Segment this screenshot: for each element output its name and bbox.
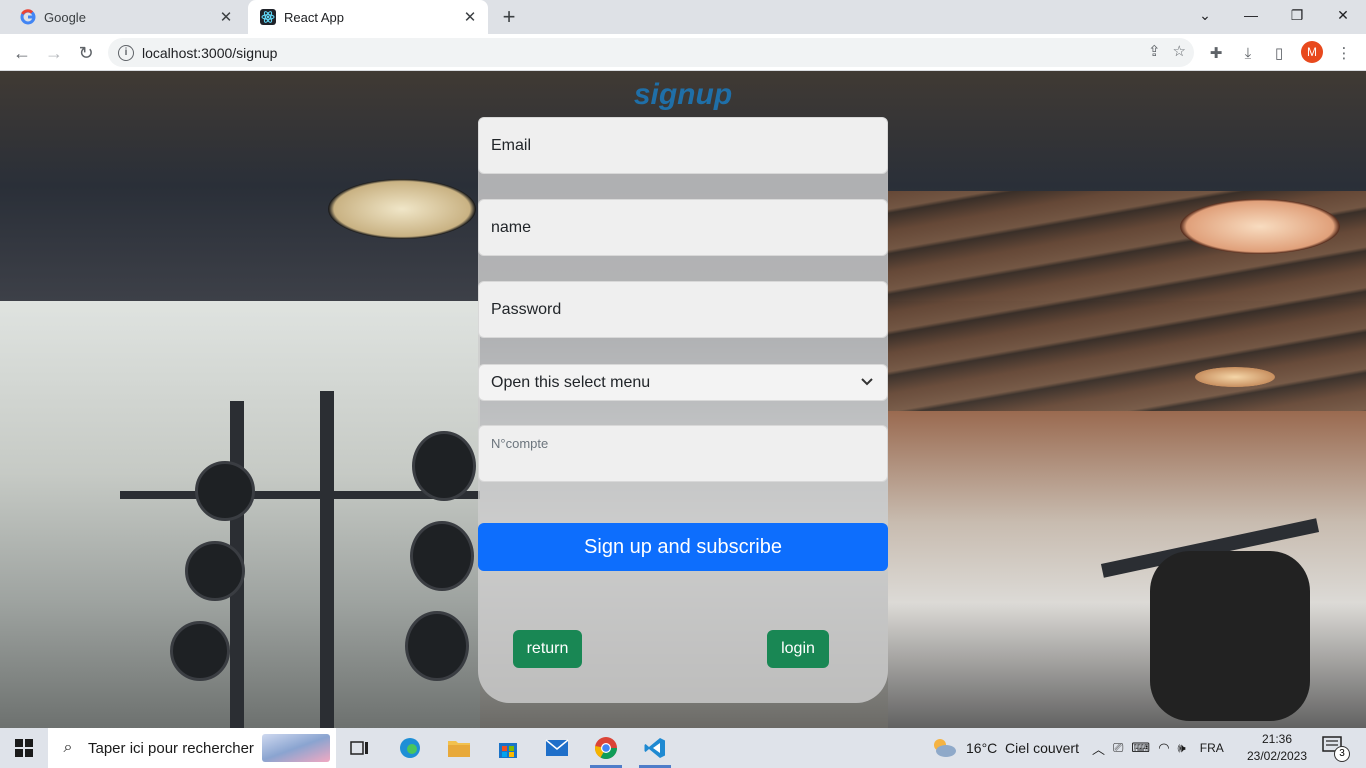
name-field[interactable]: name: [478, 199, 888, 256]
google-icon: [20, 9, 36, 25]
new-tab-icon[interactable]: +: [497, 4, 521, 29]
close-tab-icon[interactable]: ✕: [216, 7, 236, 27]
background-plate: [170, 621, 230, 681]
clock[interactable]: 21:36 23/02/2023: [1244, 731, 1310, 765]
wifi-icon[interactable]: ◠: [1158, 740, 1169, 756]
browser-toolbar: ← → ↻ i localhost:3000/signup ⇪ ☆ ✚ ⤓ ▯ …: [0, 34, 1366, 71]
edge-icon[interactable]: [386, 728, 434, 768]
clock-time: 21:36: [1261, 732, 1293, 746]
background-lamp: [1180, 199, 1340, 254]
return-button[interactable]: return: [513, 630, 582, 668]
react-icon: [260, 9, 276, 25]
login-button[interactable]: login: [767, 630, 829, 668]
account-number-field[interactable]: N°compte: [478, 425, 888, 482]
share-icon[interactable]: ⇪: [1148, 42, 1161, 60]
weather-widget[interactable]: 16°C Ciel couvert: [930, 728, 1079, 768]
background-plate: [412, 431, 476, 501]
address-bar[interactable]: i localhost:3000/signup ⇪ ☆: [108, 38, 1194, 67]
password-label: Password: [491, 300, 562, 318]
password-field[interactable]: Password: [478, 281, 888, 338]
weather-text: 16°C Ciel couvert: [966, 740, 1079, 756]
search-icon: ⌕: [63, 739, 73, 756]
background-machine: [1150, 551, 1310, 721]
select-value: Open this select menu: [491, 373, 651, 391]
cloudy-weather-icon: [930, 736, 958, 761]
clock-date: 23/02/2023: [1246, 749, 1308, 763]
profile-avatar[interactable]: M: [1301, 41, 1323, 63]
vscode-icon[interactable]: [631, 728, 679, 768]
background-plate: [185, 541, 245, 601]
notification-count: 3: [1334, 746, 1350, 762]
side-panel-icon[interactable]: ▯: [1268, 42, 1290, 64]
bookmark-star-icon[interactable]: ☆: [1173, 42, 1186, 60]
background-plate: [405, 611, 469, 681]
tab-react-app[interactable]: React App ✕: [248, 0, 488, 34]
back-icon[interactable]: ←: [8, 39, 36, 67]
chevron-down-icon: [861, 375, 873, 389]
search-highlight-image: [262, 734, 330, 762]
email-field[interactable]: Email: [478, 117, 888, 174]
name-label: name: [491, 218, 532, 236]
page-title: signup: [633, 78, 733, 111]
url-text: localhost:3000/signup: [142, 44, 278, 61]
site-info-icon[interactable]: i: [118, 44, 134, 61]
taskbar-search-placeholder: Taper ici pour rechercher: [88, 739, 254, 757]
background-plate: [410, 521, 474, 591]
volume-icon[interactable]: 🕪: [1178, 740, 1186, 756]
background-rack: [320, 391, 334, 728]
language-indicator[interactable]: FRA: [1200, 741, 1224, 755]
chevron-up-icon[interactable]: ︿: [1092, 739, 1105, 758]
input-method-icon[interactable]: ⌨: [1131, 740, 1150, 756]
account-type-select[interactable]: Open this select menu: [478, 364, 888, 401]
chrome-icon[interactable]: [582, 728, 630, 768]
close-tab-icon[interactable]: ✕: [460, 7, 480, 27]
tab-google[interactable]: Google ✕: [8, 0, 244, 34]
account-number-label: N°compte: [491, 436, 549, 451]
background-plate: [195, 461, 255, 521]
extensions-icon[interactable]: ✚: [1205, 42, 1227, 64]
store-icon[interactable]: [484, 728, 532, 768]
system-tray: ︿ ⎚ ⌨ ◠ 🕪 FRA: [1092, 728, 1224, 768]
download-icon[interactable]: ⤓: [1237, 42, 1259, 64]
signup-subscribe-button[interactable]: Sign up and subscribe: [478, 523, 888, 571]
menu-icon[interactable]: ⋮: [1333, 42, 1355, 64]
restore-icon[interactable]: ❐: [1274, 0, 1320, 30]
email-label: Email: [491, 136, 532, 154]
notification-icon[interactable]: 3: [1322, 736, 1350, 762]
taskbar: ⌕ Taper ici pour rechercher 16°C Ciel co…: [0, 728, 1366, 768]
reload-icon[interactable]: ↻: [72, 39, 100, 67]
minimize-icon[interactable]: —: [1228, 0, 1274, 30]
tab-search-chevron-icon[interactable]: ⌄: [1182, 0, 1228, 30]
meet-now-icon[interactable]: ⎚: [1113, 740, 1123, 756]
close-window-icon[interactable]: ✕: [1320, 0, 1366, 30]
forward-icon[interactable]: →: [40, 39, 68, 67]
mail-icon[interactable]: [533, 728, 581, 768]
background-lamp: [1195, 367, 1275, 387]
windows-start-icon[interactable]: [0, 728, 48, 768]
background-lamp: [328, 179, 476, 239]
tab-bar: Google ✕ React App ✕ + ⌄ — ❐ ✕: [0, 0, 1366, 34]
tab-title: React App: [284, 9, 344, 25]
taskbar-search[interactable]: ⌕ Taper ici pour rechercher: [48, 728, 336, 768]
file-explorer-icon[interactable]: [435, 728, 483, 768]
tab-title: Google: [44, 9, 86, 25]
task-view-icon[interactable]: [336, 728, 384, 768]
